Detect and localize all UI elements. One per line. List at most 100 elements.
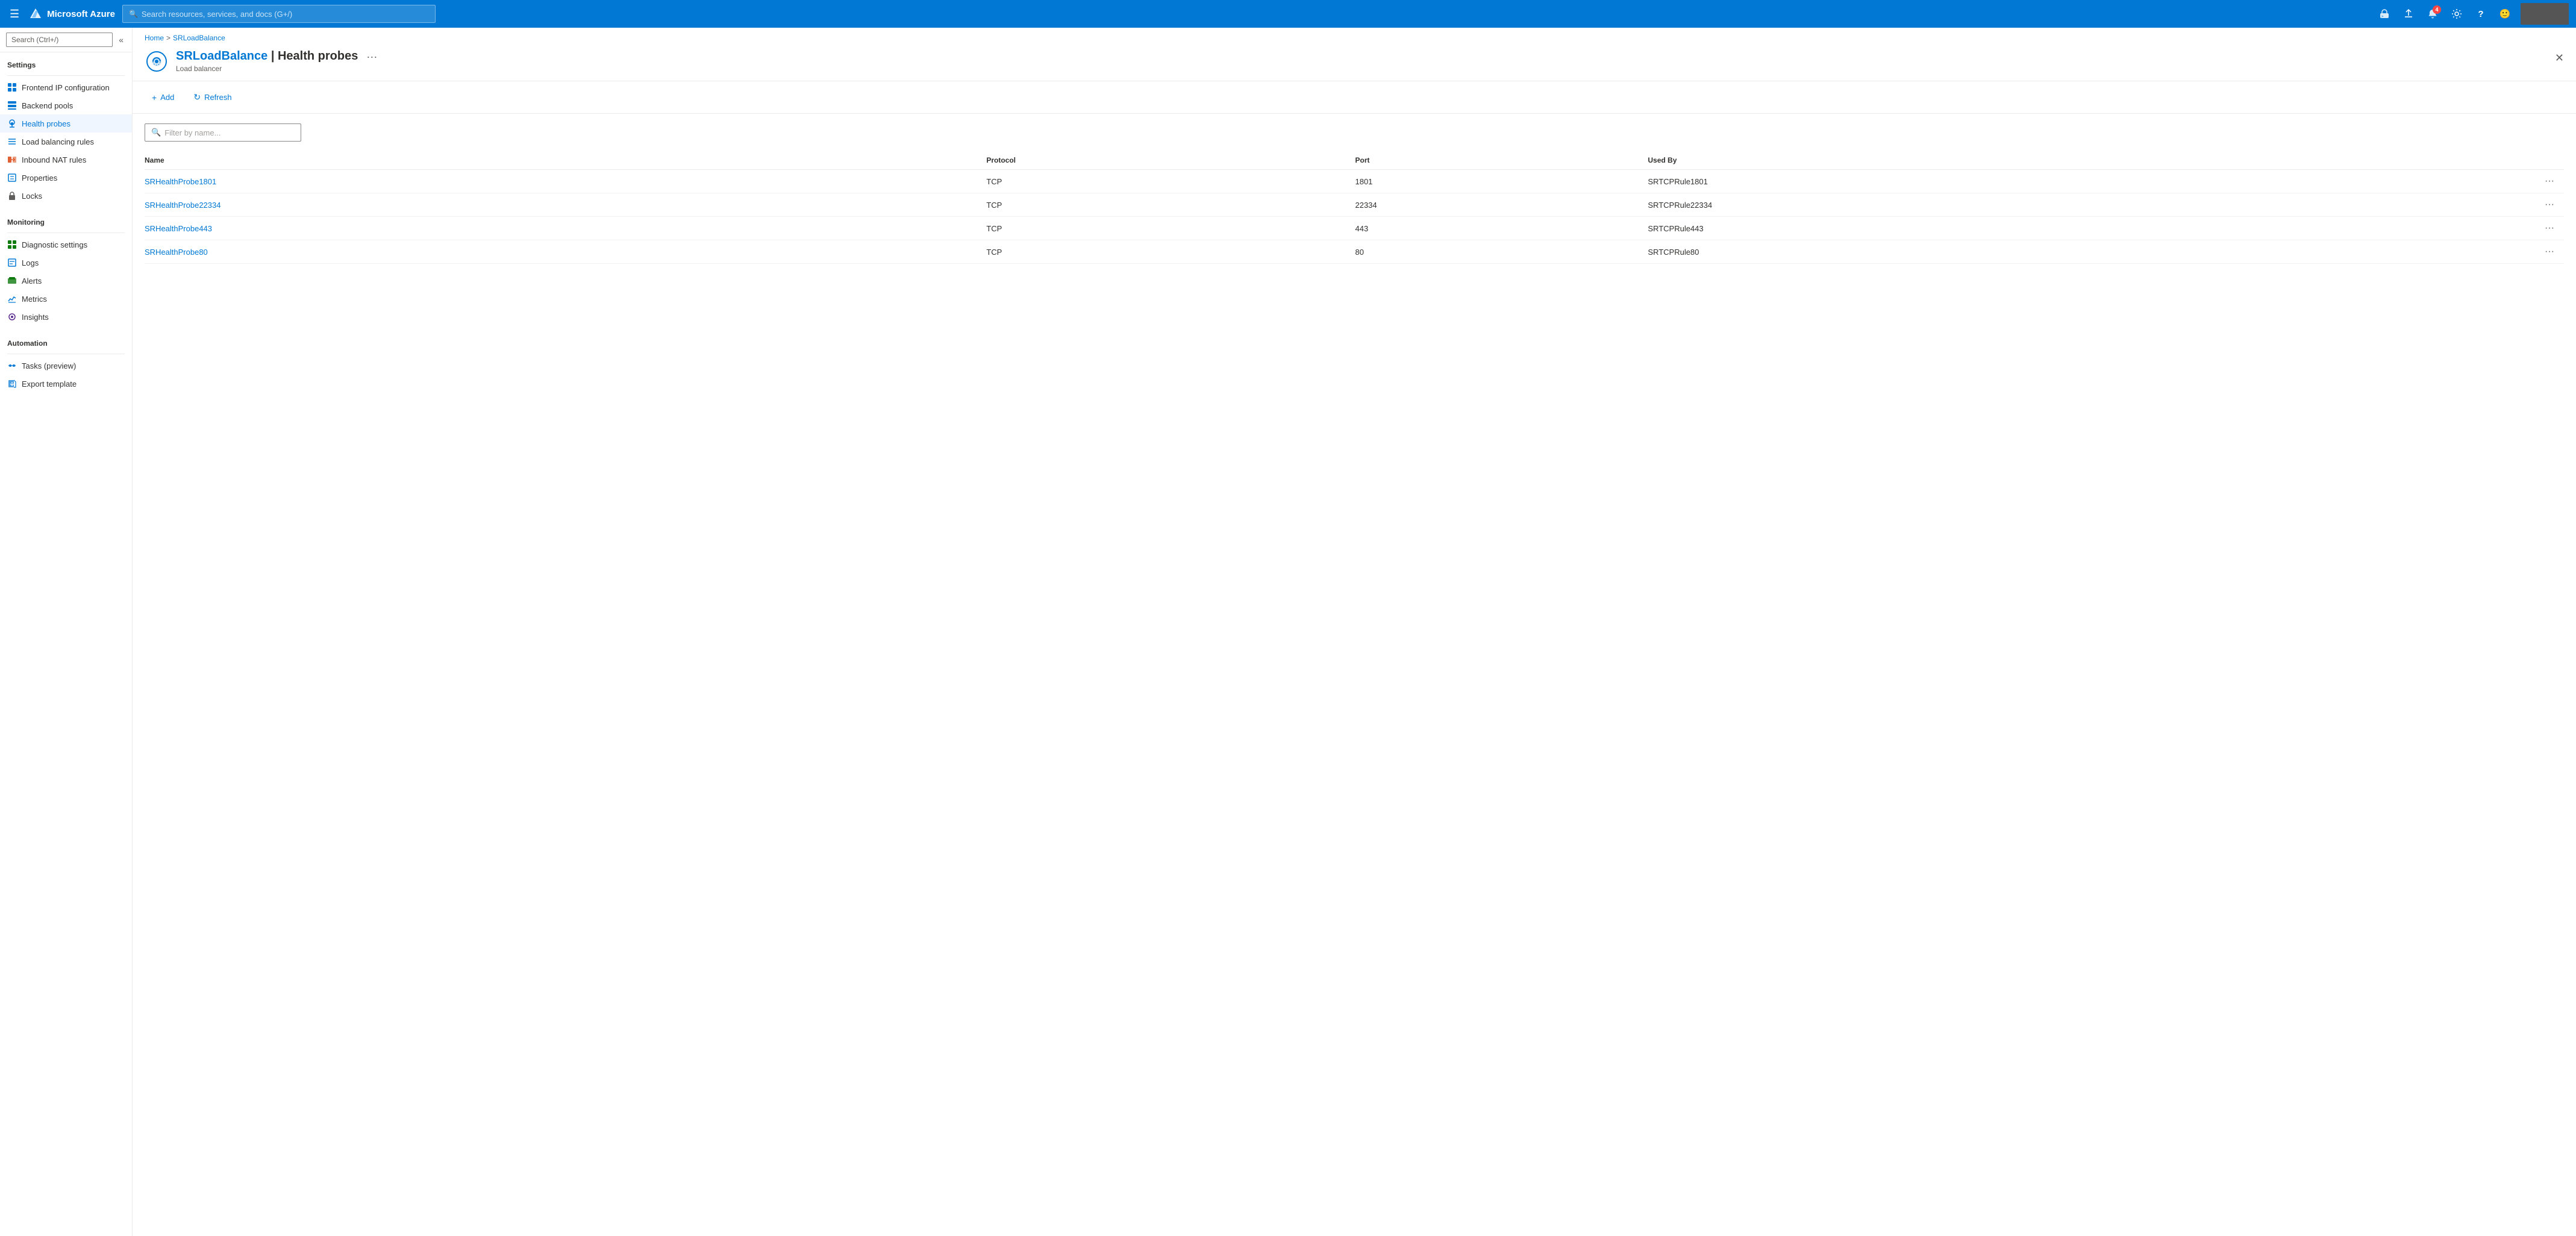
- feedback-button[interactable]: 🙂: [2494, 3, 2516, 25]
- filter-input[interactable]: [164, 128, 295, 137]
- sidebar-search-container: «: [0, 28, 132, 52]
- table-row: SRHealthProbe22334 TCP22334SRTCPRule22334…: [145, 193, 2564, 217]
- locks-icon: [7, 191, 17, 201]
- insights-icon: [7, 312, 17, 322]
- breadcrumb-resource[interactable]: SRLoadBalance: [173, 34, 225, 42]
- frontend-ip-label: Frontend IP configuration: [22, 83, 110, 92]
- refresh-button[interactable]: ↻ Refresh: [186, 89, 239, 106]
- sidebar: « Settings Frontend IP configuration Bac…: [0, 28, 133, 1236]
- settings-icon: [2451, 8, 2462, 19]
- sidebar-item-locks[interactable]: Locks: [0, 187, 132, 205]
- logs-label: Logs: [22, 258, 39, 267]
- notifications-button[interactable]: 4: [2422, 3, 2443, 25]
- settings-button[interactable]: [2446, 3, 2468, 25]
- properties-icon: [7, 173, 17, 183]
- global-search-input[interactable]: [142, 10, 429, 19]
- toolbar: + Add ↻ Refresh: [133, 81, 2576, 114]
- close-button[interactable]: ✕: [2553, 49, 2566, 67]
- sidebar-item-metrics[interactable]: Metrics: [0, 290, 132, 308]
- table-body: SRHealthProbe1801TCP1801SRTCPRule1801···…: [145, 170, 2564, 264]
- filter-bar: 🔍: [145, 123, 2564, 142]
- azure-logo-text: Microsoft Azure: [47, 9, 115, 19]
- sidebar-item-load-balancing-rules[interactable]: Load balancing rules: [0, 133, 132, 151]
- refresh-icon: ↻: [193, 92, 201, 102]
- add-button[interactable]: + Add: [145, 89, 181, 106]
- refresh-label: Refresh: [204, 93, 232, 102]
- sidebar-item-health-probes[interactable]: Health probes: [0, 114, 132, 133]
- sidebar-item-alerts[interactable]: Alerts: [0, 272, 132, 290]
- page-header-text: SRLoadBalance | Health probes Load balan…: [176, 49, 358, 73]
- cell-name-0: SRHealthProbe1801: [145, 170, 986, 193]
- row-actions-0[interactable]: ···: [2369, 170, 2564, 193]
- hamburger-menu[interactable]: ☰: [7, 5, 22, 23]
- backend-pools-icon: [7, 101, 17, 110]
- sidebar-search-input[interactable]: [6, 33, 113, 47]
- azure-logo-icon: [29, 7, 42, 20]
- cell-used-by-1: SRTCPRule22334: [1648, 193, 2369, 217]
- svg-text:>_: >_: [2381, 14, 2386, 19]
- table-row: SRHealthProbe443TCP443SRTCPRule443···: [145, 217, 2564, 240]
- automation-section-title: Automation: [0, 331, 132, 351]
- col-actions: [2369, 151, 2564, 170]
- upload-button[interactable]: [2398, 3, 2419, 25]
- settings-divider: [7, 75, 125, 76]
- sidebar-item-insights[interactable]: Insights: [0, 308, 132, 326]
- page-header-menu-button[interactable]: ···: [363, 49, 381, 64]
- user-avatar[interactable]: [2521, 3, 2569, 25]
- metrics-label: Metrics: [22, 295, 47, 304]
- sidebar-item-frontend-ip[interactable]: Frontend IP configuration: [0, 78, 132, 96]
- frontend-ip-icon: [7, 83, 17, 92]
- row-actions-1[interactable]: ···: [2369, 193, 2564, 217]
- cell-port-3: 80: [1355, 240, 1648, 264]
- backend-pools-label: Backend pools: [22, 101, 73, 110]
- col-protocol: Protocol: [986, 151, 1355, 170]
- diagnostic-settings-icon: [7, 240, 17, 249]
- global-search[interactable]: 🔍: [122, 5, 436, 23]
- cell-port-1: 22334: [1355, 193, 1648, 217]
- probe-link-2[interactable]: SRHealthProbe443: [145, 224, 212, 233]
- sidebar-item-inbound-nat-rules[interactable]: Inbound NAT rules: [0, 151, 132, 169]
- table-area: 🔍 Name Protocol Port Used By SRHealthPr: [133, 114, 2576, 1236]
- col-used-by: Used By: [1648, 151, 2369, 170]
- sidebar-item-tasks[interactable]: Tasks (preview): [0, 357, 132, 375]
- upload-icon: [2403, 8, 2414, 19]
- sidebar-item-export-template[interactable]: Export template: [0, 375, 132, 393]
- probe-link-1[interactable]: SRHealthProbe22334: [145, 201, 220, 210]
- metrics-icon: [7, 294, 17, 304]
- table-header: Name Protocol Port Used By: [145, 151, 2564, 170]
- sidebar-item-properties[interactable]: Properties: [0, 169, 132, 187]
- cell-protocol-0: TCP: [986, 170, 1355, 193]
- row-actions-3[interactable]: ···: [2369, 240, 2564, 264]
- sidebar-item-backend-pools[interactable]: Backend pools: [0, 96, 132, 114]
- breadcrumb-sep1: >: [166, 34, 170, 42]
- breadcrumb-home[interactable]: Home: [145, 34, 164, 42]
- notification-count: 4: [2433, 5, 2441, 14]
- logs-icon: [7, 258, 17, 267]
- cell-protocol-1: TCP: [986, 193, 1355, 217]
- tasks-label: Tasks (preview): [22, 361, 76, 370]
- sidebar-collapse-button[interactable]: «: [116, 34, 126, 46]
- settings-section-title: Settings: [0, 52, 132, 73]
- probe-link-3[interactable]: SRHealthProbe80: [145, 248, 208, 257]
- topbar: ☰ Microsoft Azure 🔍 >_: [0, 0, 2576, 28]
- health-probes-label: Health probes: [22, 119, 70, 128]
- cell-port-2: 443: [1355, 217, 1648, 240]
- page-title: SRLoadBalance | Health probes: [176, 49, 358, 63]
- locks-label: Locks: [22, 192, 42, 201]
- cloud-shell-button[interactable]: >_: [2374, 3, 2395, 25]
- resource-icon: [145, 49, 169, 73]
- cloud-shell-icon: >_: [2379, 8, 2390, 19]
- monitoring-section-title: Monitoring: [0, 210, 132, 230]
- sidebar-item-logs[interactable]: Logs: [0, 254, 132, 272]
- row-actions-2[interactable]: ···: [2369, 217, 2564, 240]
- probe-link-0[interactable]: SRHealthProbe1801: [145, 177, 216, 186]
- sidebar-item-diagnostic-settings[interactable]: Diagnostic settings: [0, 236, 132, 254]
- cell-protocol-3: TCP: [986, 240, 1355, 264]
- filter-input-container[interactable]: 🔍: [145, 123, 301, 142]
- table-row: SRHealthProbe80TCP80SRTCPRule80···: [145, 240, 2564, 264]
- health-probes-icon: [7, 119, 17, 128]
- load-balancing-rules-label: Load balancing rules: [22, 137, 94, 146]
- help-button[interactable]: ?: [2470, 3, 2492, 25]
- search-icon: 🔍: [129, 10, 138, 18]
- inbound-nat-rules-icon: [7, 155, 17, 164]
